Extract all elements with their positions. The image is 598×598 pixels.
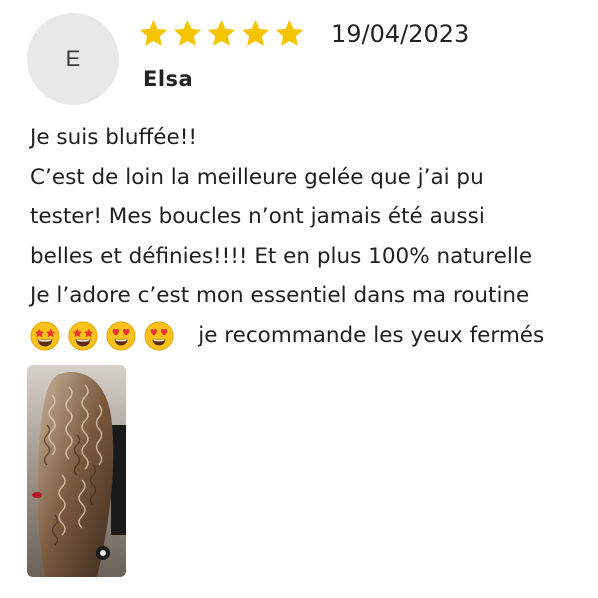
star-struck-emoji-icon xyxy=(68,320,98,351)
review-date: 19/04/2023 xyxy=(331,20,470,48)
review-line: Je l’adore c’est mon essentiel dans ma r… xyxy=(30,283,530,308)
avatar: E xyxy=(27,13,119,105)
review-body: Je suis bluffée!! C’est de loin la meill… xyxy=(30,118,590,355)
star-icon xyxy=(207,19,236,46)
curly-hair-photo-icon xyxy=(27,365,126,577)
star-icon xyxy=(173,19,202,46)
review-line: je recommande les yeux fermés xyxy=(30,316,590,356)
avatar-initial: E xyxy=(65,46,81,71)
review-title: Je suis bluffée!! xyxy=(30,125,197,150)
review-last-line: je recommande les yeux fermés xyxy=(198,322,545,348)
heart-eyes-emoji-icon xyxy=(106,320,136,351)
heart-eyes-emoji-icon xyxy=(144,320,174,351)
star-icon xyxy=(139,19,168,46)
review-line: belles et définies!!!! Et en plus 100% n… xyxy=(30,243,533,269)
star-struck-emoji-icon xyxy=(30,320,60,351)
review-line: C’est de loin la meilleure gelée que j’a… xyxy=(30,164,484,190)
star-icon xyxy=(241,19,270,46)
author-name: Elsa xyxy=(143,67,194,91)
star-icon xyxy=(275,19,304,46)
review-line: tester! Mes boucles n’ont jamais été aus… xyxy=(30,204,485,229)
star-rating xyxy=(138,18,305,49)
review-photo[interactable] xyxy=(27,365,126,577)
